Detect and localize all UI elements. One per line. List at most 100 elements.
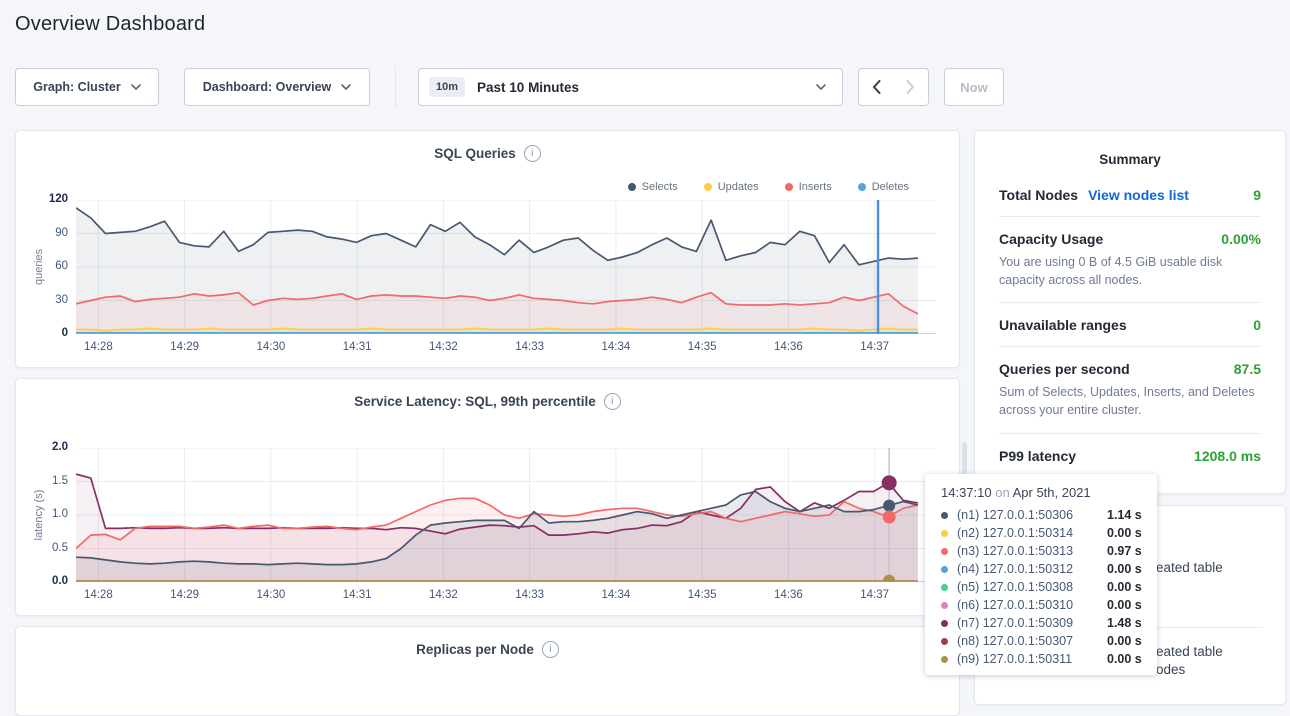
tooltip-row: (n2) 127.0.0.1:503140.00 s: [941, 524, 1157, 542]
summary-value: 1208.0 ms: [1194, 448, 1261, 464]
time-next-button[interactable]: [893, 68, 929, 106]
chevron-down-icon: [816, 84, 826, 90]
tooltip-row: (n5) 127.0.0.1:503080.00 s: [941, 578, 1157, 596]
summary-card: Summary Total Nodes View nodes list 9 Ca…: [974, 130, 1286, 494]
controls-divider: [395, 66, 396, 108]
y-axis-tick: 120: [16, 193, 68, 205]
node-address: (n7) 127.0.0.1:50309: [957, 616, 1107, 630]
legend-item[interactable]: Selects: [628, 181, 678, 193]
node-color-dot: [941, 656, 948, 663]
summary-row-p99: P99 latency 1208.0 ms: [999, 434, 1261, 477]
x-axis-tick: 14:33: [502, 341, 558, 353]
summary-label: Capacity Usage: [999, 231, 1103, 247]
node-address: (n1) 127.0.0.1:50306: [957, 508, 1107, 522]
y-axis-tick: 90: [16, 227, 68, 239]
y-axis-tick: 1.5: [16, 475, 68, 487]
node-address: (n9) 127.0.0.1:50311: [957, 652, 1107, 666]
node-address: (n2) 127.0.0.1:50314: [957, 526, 1107, 540]
chevron-left-icon: [872, 80, 881, 94]
x-axis-tick: 14:30: [243, 589, 299, 601]
chart-plot[interactable]: [76, 200, 936, 334]
sql-queries-chart-card: SQL Queries i Selects Updates Inserts Delet…: [15, 130, 960, 368]
event-text-fragment: eated table: [1156, 644, 1223, 659]
info-icon[interactable]: i: [542, 641, 559, 658]
tooltip-row: (n1) 127.0.0.1:503061.14 s: [941, 506, 1157, 524]
x-axis-tick: 14:35: [674, 341, 730, 353]
tooltip-row: (n9) 127.0.0.1:503110.00 s: [941, 650, 1157, 668]
x-axis-tick: 14:28: [70, 589, 126, 601]
tooltip-row: (n3) 127.0.0.1:503130.97 s: [941, 542, 1157, 560]
summary-desc: You are using 0 B of 4.5 GiB usable disk…: [999, 253, 1261, 289]
node-latency-value: 0.00 s: [1107, 580, 1142, 594]
legend-dot: [628, 183, 636, 191]
info-icon[interactable]: i: [524, 145, 541, 162]
summary-title: Summary: [975, 152, 1285, 167]
time-range-picker[interactable]: 10m Past 10 Minutes: [418, 68, 843, 106]
chart-title: SQL Queries i: [16, 145, 959, 162]
y-axis-tick: 0.5: [16, 542, 68, 554]
x-axis-tick: 14:35: [674, 589, 730, 601]
info-icon[interactable]: i: [604, 393, 621, 410]
node-latency-value: 0.00 s: [1107, 598, 1142, 612]
summary-value: 9: [1253, 187, 1261, 203]
summary-value: 0: [1253, 317, 1261, 333]
node-latency-value: 0.00 s: [1107, 526, 1142, 540]
x-axis-tick: 14:31: [329, 589, 385, 601]
tooltip-timestamp: 14:37:10 on Apr 5th, 2021: [941, 485, 1157, 500]
y-axis-tick: 30: [16, 294, 68, 306]
hover-marker-dot: [882, 475, 897, 490]
x-axis-tick: 14:30: [243, 341, 299, 353]
x-axis-tick: 14:34: [588, 341, 644, 353]
chart-title: Replicas per Node i: [16, 641, 959, 658]
hover-tooltip: 14:37:10 on Apr 5th, 2021 (n1) 127.0.0.1…: [925, 474, 1157, 675]
event-text-fragment: odes: [1156, 662, 1185, 677]
view-nodes-link[interactable]: View nodes list: [1088, 187, 1189, 203]
summary-body: Total Nodes View nodes list 9 Capacity U…: [975, 167, 1285, 477]
node-color-dot: [941, 512, 948, 519]
chevron-down-icon: [341, 84, 351, 90]
summary-row-unavailable: Unavailable ranges 0: [999, 303, 1261, 347]
dashboard-dropdown-label: Dashboard: Overview: [203, 80, 332, 94]
node-address: (n3) 127.0.0.1:50313: [957, 544, 1107, 558]
node-latency-value: 0.00 s: [1107, 562, 1142, 576]
x-axis-tick: 14:32: [415, 341, 471, 353]
chart-plot[interactable]: [76, 448, 936, 582]
legend-item[interactable]: Inserts: [785, 181, 832, 193]
graph-dropdown[interactable]: Graph: Cluster: [15, 68, 159, 106]
summary-value: 87.5: [1234, 361, 1261, 377]
node-color-dot: [941, 530, 948, 537]
x-axis-tick: 14:31: [329, 341, 385, 353]
time-prev-button[interactable]: [858, 68, 894, 106]
x-axis-tick: 14:34: [588, 589, 644, 601]
legend-item[interactable]: Updates: [704, 181, 759, 193]
summary-label: Queries per second: [999, 361, 1130, 377]
node-color-dot: [941, 638, 948, 645]
node-color-dot: [941, 566, 948, 573]
y-axis-tick: 0: [16, 327, 68, 339]
dashboard-dropdown[interactable]: Dashboard: Overview: [184, 68, 370, 106]
legend-label: Updates: [718, 181, 759, 193]
hover-marker-dot: [883, 500, 895, 512]
y-axis-unit-label: queries: [33, 249, 45, 285]
legend-label: Deletes: [872, 181, 909, 193]
time-range-label: Past 10 Minutes: [477, 80, 579, 95]
tooltip-on: on: [995, 485, 1009, 500]
tooltip-row: (n8) 127.0.0.1:503070.00 s: [941, 632, 1157, 650]
tooltip-rows: (n1) 127.0.0.1:503061.14 s(n2) 127.0.0.1…: [941, 506, 1157, 668]
now-button[interactable]: Now: [944, 68, 1004, 106]
hover-marker-dot: [883, 511, 896, 524]
tooltip-time: 14:37:10: [941, 485, 992, 500]
node-latency-value: 0.00 s: [1107, 652, 1142, 666]
legend-dot: [858, 183, 866, 191]
chart-canvas: [76, 448, 936, 582]
x-axis-tick: 14:29: [157, 341, 213, 353]
x-axis-tick: 14:32: [415, 589, 471, 601]
y-axis-tick: 0.0: [16, 575, 68, 587]
replicas-chart-card: Replicas per Node i: [15, 626, 960, 716]
page-title: Overview Dashboard: [15, 13, 205, 36]
legend-label: Inserts: [799, 181, 832, 193]
x-axis-tick: 14:33: [502, 589, 558, 601]
chevron-right-icon: [906, 80, 915, 94]
legend-item[interactable]: Deletes: [858, 181, 909, 193]
node-latency-value: 1.14 s: [1107, 508, 1142, 522]
